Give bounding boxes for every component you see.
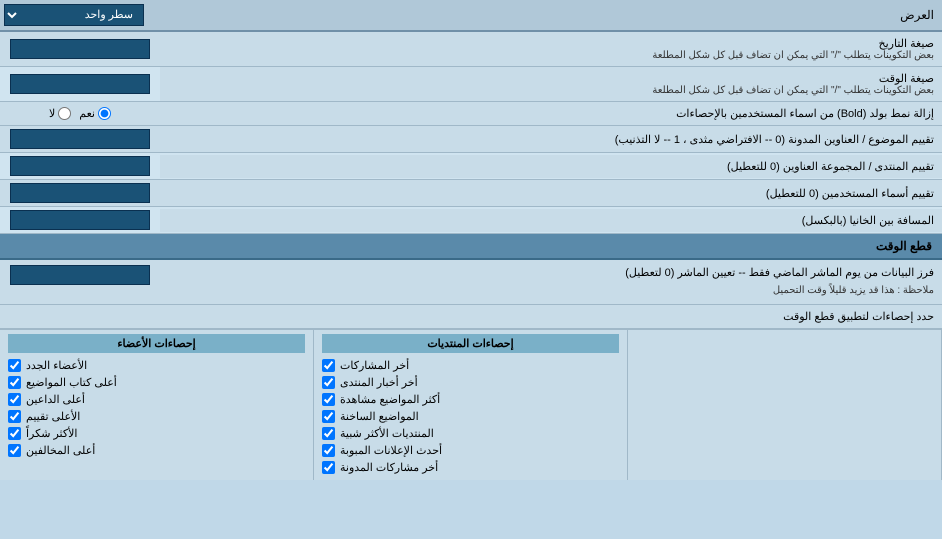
bold-remove-row: إزالة نمط بولد (Bold) من اسماء المستخدمي… (0, 102, 942, 126)
user-count-row: تقييم أسماء المستخدمين (0 للتعطيل) 0 (0, 180, 942, 207)
radio-yes: نعم (79, 107, 111, 120)
cutoff-input[interactable]: 0 (10, 265, 150, 285)
stat-forum-label-0: أخر المشاركات (340, 359, 409, 372)
stat-member-label-3: الأعلى تقييم (26, 410, 80, 423)
cutoff-label-main: فرز البيانات من يوم الماشر الماضي فقط --… (168, 265, 934, 283)
stat-member-item-1: أعلى كتاب المواضيع (8, 374, 305, 391)
member-stats-header: إحصاءات الأعضاء (8, 334, 305, 353)
forum-count-label: تقييم المنتدى / المجموعة العناوين (0 للت… (160, 155, 942, 178)
stat-forum-label-5: أحدث الإعلانات المبوبة (340, 444, 442, 457)
cutoff-label: فرز البيانات من يوم الماشر الماضي فقط --… (160, 260, 942, 304)
stat-forum-check-4[interactable] (322, 427, 335, 440)
date-format-label-sub: بعض التكوينات يتطلب "/" التي يمكن ان تضا… (168, 50, 934, 61)
radio-no-label: لا (49, 107, 55, 120)
cutoff-input-area: 0 (0, 260, 160, 288)
stat-forum-item-6: أخر مشاركات المدونة (322, 459, 619, 476)
stat-forum-item-5: أحدث الإعلانات المبوبة (322, 442, 619, 459)
stat-member-check-5[interactable] (8, 444, 21, 457)
stat-forum-label-4: المنتديات الأكثر شبية (340, 427, 434, 440)
radio-no-input[interactable] (58, 107, 71, 120)
stat-forum-item-0: أخر المشاركات (322, 357, 619, 374)
time-format-row: صيغة الوقت بعض التكوينات يتطلب "/" التي … (0, 67, 942, 102)
stats-apply-label: حدد إحصاءات لتطبيق قطع الوقت (160, 305, 942, 328)
gap-label: المسافة بين الخانيا (بالبكسل) (160, 209, 942, 232)
gap-input[interactable]: 2 (10, 210, 150, 230)
stat-member-item-0: الأعضاء الجدد (8, 357, 305, 374)
date-format-label: صيغة التاريخ بعض التكوينات يتطلب "/" الت… (160, 32, 942, 66)
topic-count-input-area: 33 (0, 126, 160, 152)
forum-count-input-area: 33 (0, 153, 160, 179)
user-count-input[interactable]: 0 (10, 183, 150, 203)
stat-forum-check-1[interactable] (322, 376, 335, 389)
stat-forum-item-1: أخر أخبار المنتدى (322, 374, 619, 391)
topic-count-label: تقييم الموضوع / العناوين المدونة (0 -- ا… (160, 128, 942, 151)
stat-member-check-2[interactable] (8, 393, 21, 406)
forum-count-input[interactable]: 33 (10, 156, 150, 176)
stat-forum-label-6: أخر مشاركات المدونة (340, 461, 438, 474)
stats-col-forums: إحصاءات المنتديات أخر المشاركات أخر أخبا… (314, 330, 628, 480)
stat-member-label-0: الأعضاء الجدد (26, 359, 87, 372)
stat-forum-check-3[interactable] (322, 410, 335, 423)
stat-forum-item-3: المواضيع الساخنة (322, 408, 619, 425)
stats-col-empty (628, 330, 942, 480)
stat-member-label-2: أعلى الداعين (26, 393, 85, 406)
stat-member-label-5: أعلى المخالفين (26, 444, 95, 457)
radio-yes-input[interactable] (98, 107, 111, 120)
date-format-input-area: d-m (0, 36, 160, 62)
date-format-label-main: صيغة التاريخ (168, 37, 934, 50)
stat-forum-check-0[interactable] (322, 359, 335, 372)
stat-forum-label-2: أكثر المواضيع مشاهدة (340, 393, 440, 406)
topic-count-input[interactable]: 33 (10, 129, 150, 149)
stat-forum-item-2: أكثر المواضيع مشاهدة (322, 391, 619, 408)
stat-forum-label-3: المواضيع الساخنة (340, 410, 419, 423)
stat-member-check-1[interactable] (8, 376, 21, 389)
stat-member-label-4: الأكثر شكراً (26, 427, 77, 440)
stat-member-check-3[interactable] (8, 410, 21, 423)
bold-remove-label: إزالة نمط بولد (Bold) من اسماء المستخدمي… (160, 102, 942, 125)
stat-forum-check-5[interactable] (322, 444, 335, 457)
stat-member-label-1: أعلى كتاب المواضيع (26, 376, 117, 389)
cutoff-label-note: ملاحظة : هذا قد يزيد قليلاً وقت التحميل (168, 283, 934, 299)
time-format-label: صيغة الوقت بعض التكوينات يتطلب "/" التي … (160, 67, 942, 101)
stat-member-check-4[interactable] (8, 427, 21, 440)
display-select[interactable]: سطر واحد سطرين ثلاثة أسطر (4, 4, 144, 26)
stats-apply-row: حدد إحصاءات لتطبيق قطع الوقت (0, 305, 942, 329)
stat-member-item-5: أعلى المخالفين (8, 442, 305, 459)
stat-member-item-4: الأكثر شكراً (8, 425, 305, 442)
time-format-label-main: صيغة الوقت (168, 72, 934, 85)
stat-forum-item-4: المنتديات الأكثر شبية (322, 425, 619, 442)
forum-count-row: تقييم المنتدى / المجموعة العناوين (0 للت… (0, 153, 942, 180)
stat-member-item-3: الأعلى تقييم (8, 408, 305, 425)
cutoff-header: قطع الوقت (0, 234, 942, 260)
display-label: العرض (148, 3, 942, 27)
radio-yes-label: نعم (79, 107, 95, 120)
stat-forum-check-2[interactable] (322, 393, 335, 406)
cutoff-row: فرز البيانات من يوم الماشر الماضي فقط --… (0, 260, 942, 305)
time-format-input-area: H:i (0, 71, 160, 97)
date-format-row: صيغة التاريخ بعض التكوينات يتطلب "/" الت… (0, 32, 942, 67)
date-format-input[interactable]: d-m (10, 39, 150, 59)
radio-no: لا (49, 107, 71, 120)
user-count-input-area: 0 (0, 180, 160, 206)
display-row: العرض سطر واحد سطرين ثلاثة أسطر (0, 0, 942, 32)
forum-stats-header: إحصاءات المنتديات (322, 334, 619, 353)
gap-input-area: 2 (0, 207, 160, 233)
main-container: العرض سطر واحد سطرين ثلاثة أسطر صيغة الت… (0, 0, 942, 480)
gap-row: المسافة بين الخانيا (بالبكسل) 2 (0, 207, 942, 234)
stat-member-item-2: أعلى الداعين (8, 391, 305, 408)
stats-col-members: إحصاءات الأعضاء الأعضاء الجدد أعلى كتاب … (0, 330, 314, 480)
topic-count-row: تقييم الموضوع / العناوين المدونة (0 -- ا… (0, 126, 942, 153)
stat-member-check-0[interactable] (8, 359, 21, 372)
time-format-label-sub: بعض التكوينات يتطلب "/" التي يمكن ان تضا… (168, 85, 934, 96)
time-format-input[interactable]: H:i (10, 74, 150, 94)
stats-columns: إحصاءات المنتديات أخر المشاركات أخر أخبا… (0, 329, 942, 480)
bold-remove-options: نعم لا (0, 104, 160, 123)
user-count-label: تقييم أسماء المستخدمين (0 للتعطيل) (160, 182, 942, 205)
stat-forum-label-1: أخر أخبار المنتدى (340, 376, 418, 389)
stat-forum-check-6[interactable] (322, 461, 335, 474)
